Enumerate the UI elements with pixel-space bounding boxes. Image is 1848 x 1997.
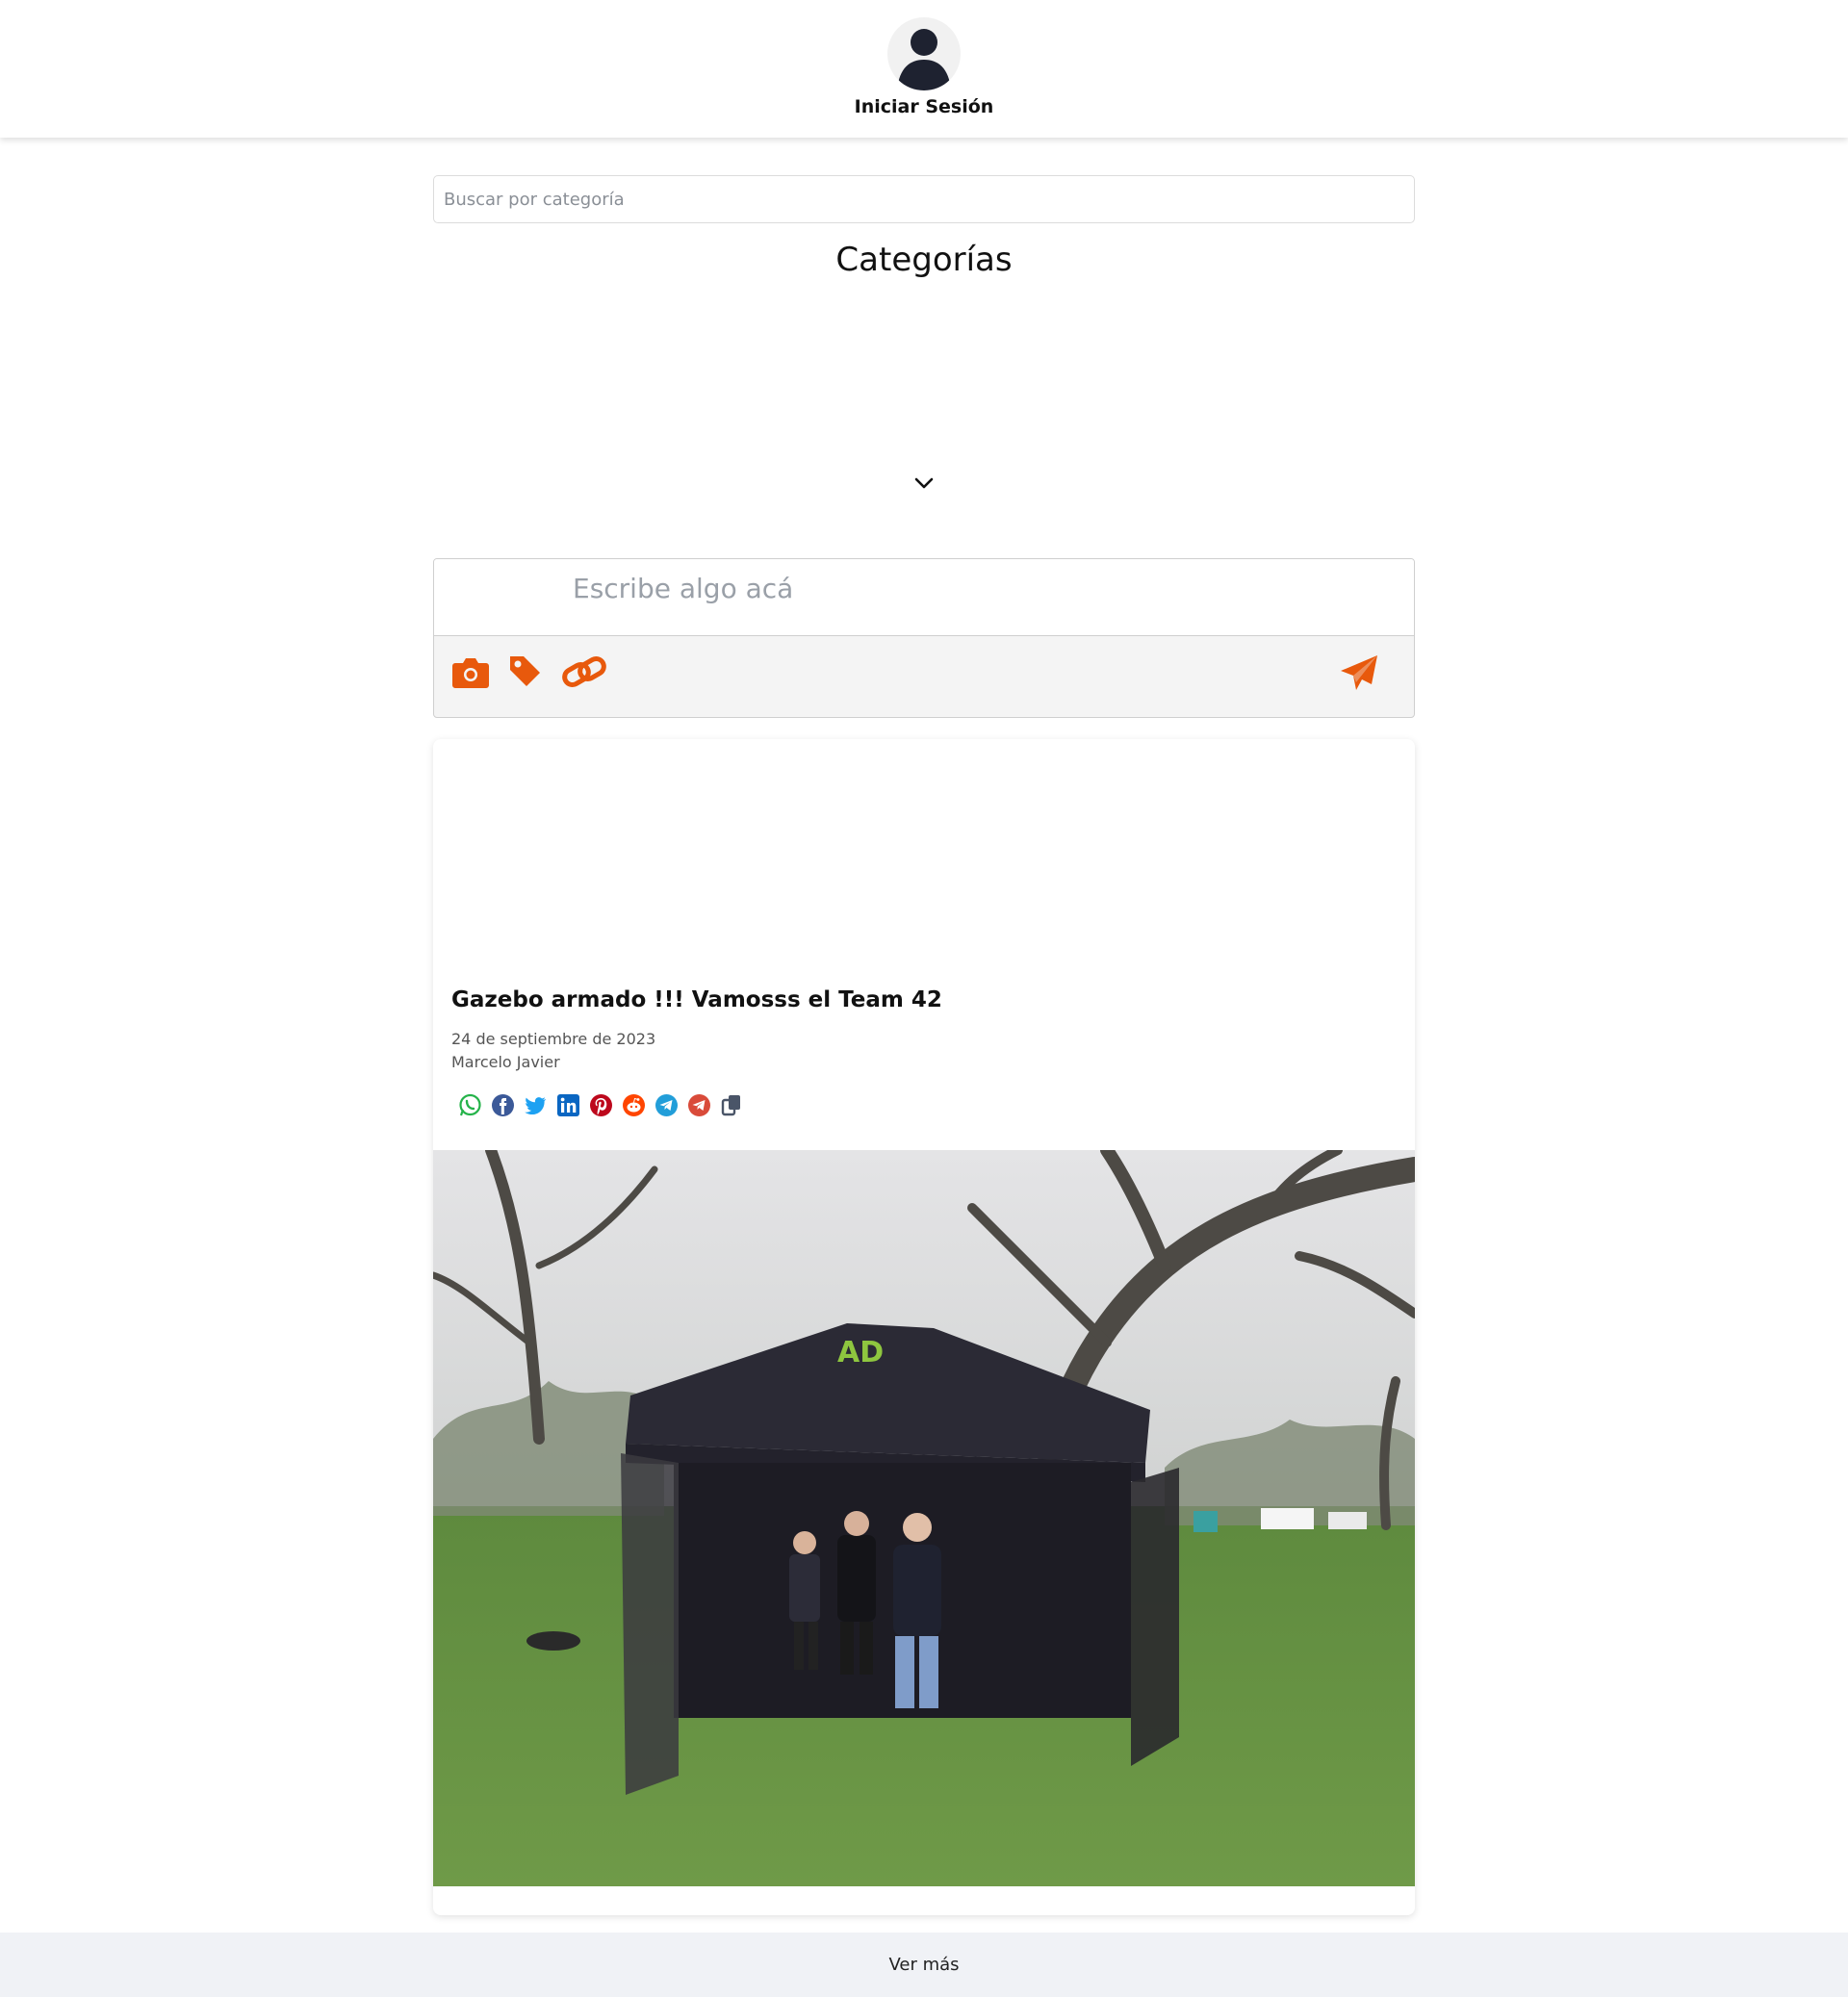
whatsapp-icon[interactable]	[458, 1093, 482, 1117]
telegram-icon[interactable]	[687, 1093, 711, 1117]
composer-textarea[interactable]	[434, 559, 1414, 636]
share-bar	[458, 1093, 744, 1117]
telegram-icon[interactable]	[654, 1093, 679, 1117]
composer-toolbar	[434, 636, 1414, 717]
camera-icon[interactable]	[451, 653, 490, 690]
send-icon[interactable]	[1339, 653, 1379, 692]
post-card: Gazebo armado !!! Vamosss el Team 42 24 …	[433, 739, 1415, 1915]
avatar[interactable]	[887, 17, 961, 90]
twitter-icon[interactable]	[524, 1093, 548, 1117]
post-author: Marcelo Javier	[451, 1053, 560, 1071]
post-date: 24 de septiembre de 2023	[451, 1030, 656, 1048]
top-header: Iniciar Sesión	[0, 0, 1848, 138]
post-composer	[433, 558, 1415, 718]
user-silhouette-icon	[897, 29, 951, 90]
chevron-down-icon[interactable]	[912, 472, 936, 495]
login-link[interactable]: Iniciar Sesión	[855, 96, 994, 117]
pinterest-icon[interactable]	[589, 1093, 613, 1117]
category-search-input[interactable]	[433, 175, 1415, 223]
link-icon[interactable]	[561, 653, 607, 690]
categories-title: Categorías	[835, 241, 1013, 279]
facebook-icon[interactable]	[491, 1093, 515, 1117]
linkedin-icon[interactable]	[556, 1093, 580, 1117]
reddit-icon[interactable]	[622, 1093, 646, 1117]
post-title[interactable]: Gazebo armado !!! Vamosss el Team 42	[451, 987, 942, 1012]
svg-text:AD: AD	[837, 1336, 884, 1370]
see-more-button[interactable]: Ver más	[0, 1933, 1848, 1997]
copy-icon[interactable]	[720, 1093, 744, 1117]
tag-icon[interactable]	[507, 653, 542, 688]
post-photo[interactable]: AD	[433, 1150, 1415, 1886]
